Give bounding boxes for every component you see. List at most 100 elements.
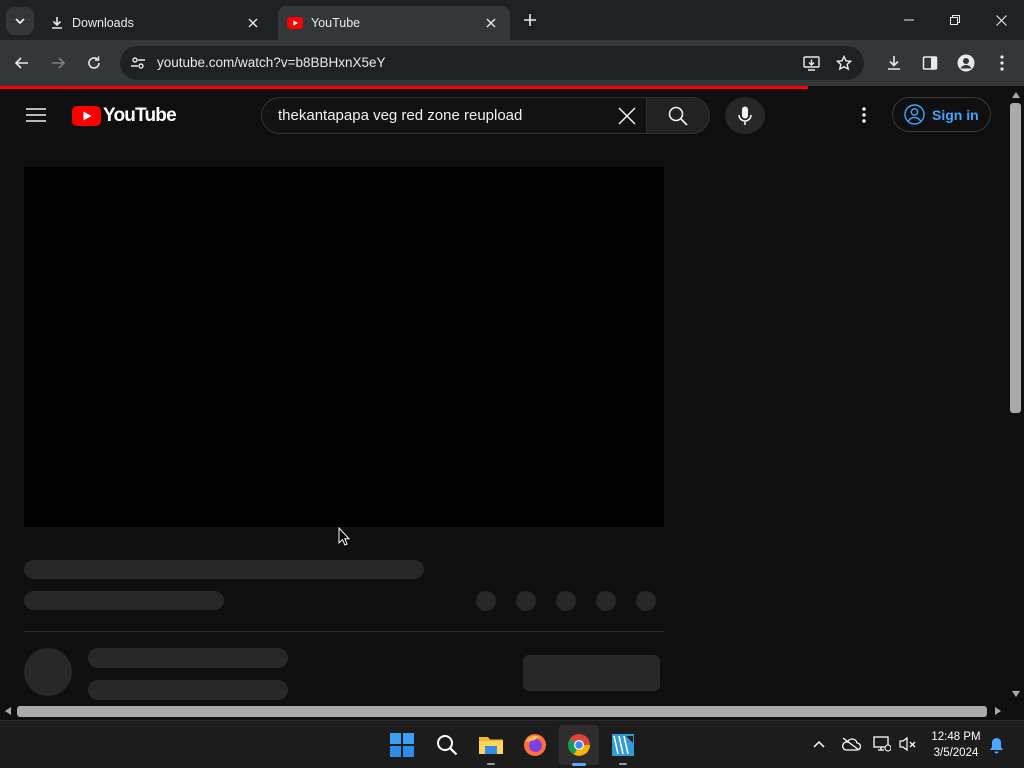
guide-menu-button[interactable]	[24, 103, 48, 127]
channel-name-skeleton	[88, 648, 288, 668]
network-icon	[873, 736, 891, 752]
action-skeleton	[476, 591, 496, 611]
network-tray-icon[interactable]	[872, 735, 892, 753]
more-vert-icon	[1000, 55, 1004, 71]
new-tab-button[interactable]	[518, 8, 542, 32]
video-editor-app[interactable]	[603, 725, 643, 765]
notifications-button[interactable]	[987, 735, 1005, 755]
running-indicator	[619, 763, 627, 765]
star-icon	[836, 55, 852, 71]
address-bar[interactable]: youtube.com/watch?v=b8BBHxnX5eY	[120, 46, 864, 80]
firefox-icon	[524, 734, 546, 756]
side-panel-button[interactable]	[916, 49, 944, 77]
browser-tab-strip: Downloads YouTube	[0, 0, 1024, 40]
bookmark-button[interactable]	[833, 52, 855, 74]
hamburger-menu-icon	[26, 108, 46, 122]
site-info-button[interactable]	[126, 51, 150, 75]
tab-title: YouTube	[311, 16, 361, 30]
plus-icon	[524, 14, 536, 26]
profile-button[interactable]	[952, 49, 980, 77]
back-button[interactable]	[8, 49, 36, 77]
windows-taskbar: 12:48 PM 3/5/2024	[0, 720, 1024, 768]
browser-toolbar: youtube.com/watch?v=b8BBHxnX5eY	[0, 40, 1024, 86]
horizontal-scroll-thumb[interactable]	[17, 706, 987, 717]
divider	[24, 631, 664, 632]
close-icon	[995, 14, 1007, 26]
side-panel-icon	[922, 56, 938, 70]
clock-date: 3/5/2024	[933, 747, 979, 759]
search-icon	[668, 106, 688, 126]
system-clock[interactable]: 12:48 PM 3/5/2024	[926, 729, 986, 761]
scroll-left-arrow-icon	[5, 707, 11, 715]
running-indicator	[487, 763, 495, 765]
firefox-app[interactable]	[515, 725, 555, 765]
search-query-text: thekantapapa veg red zone reupload	[278, 107, 523, 124]
account-icon	[904, 104, 925, 125]
subscribe-button-skeleton	[523, 655, 660, 691]
windows-logo-icon	[390, 733, 414, 757]
minimize-button[interactable]	[886, 0, 932, 40]
clapperboard-icon	[612, 734, 634, 756]
close-icon	[486, 18, 496, 28]
arrow-left-icon	[14, 57, 28, 69]
meta-skeleton	[24, 591, 224, 610]
subscriber-skeleton	[88, 680, 288, 700]
close-icon	[248, 18, 258, 28]
search-icon	[437, 735, 458, 756]
tab-downloads[interactable]: Downloads	[40, 6, 272, 40]
running-indicator	[572, 763, 586, 766]
mouse-cursor-icon	[338, 527, 350, 546]
install-icon	[802, 55, 820, 71]
tab-close-button[interactable]	[244, 14, 262, 32]
restore-icon	[950, 15, 960, 25]
close-window-button[interactable]	[978, 0, 1024, 40]
youtube-header: YouTube thekantapapa veg red zone reuplo…	[0, 89, 1008, 141]
video-player[interactable]	[24, 167, 664, 527]
action-skeleton	[636, 591, 656, 611]
title-skeleton	[24, 560, 424, 579]
tab-close-button[interactable]	[482, 14, 500, 32]
tune-icon	[131, 57, 145, 69]
microphone-icon	[738, 106, 752, 125]
tab-youtube[interactable]: YouTube	[278, 6, 510, 40]
sign-in-label: Sign in	[932, 106, 979, 123]
start-button[interactable]	[382, 725, 422, 765]
vertical-scroll-thumb[interactable]	[1010, 103, 1021, 413]
tab-title: Downloads	[72, 16, 134, 30]
browser-menu-button[interactable]	[988, 49, 1016, 77]
folder-icon	[479, 737, 503, 754]
minimize-icon	[904, 19, 914, 21]
youtube-logo-text: YouTube	[103, 105, 177, 126]
forward-button[interactable]	[44, 49, 72, 77]
clock-time: 12:48 PM	[931, 731, 981, 743]
action-skeleton	[596, 591, 616, 611]
close-icon	[618, 107, 636, 125]
bell-icon	[989, 737, 1003, 753]
file-explorer-app[interactable]	[471, 725, 511, 765]
chevron-down-icon	[15, 18, 25, 25]
clear-search-button[interactable]	[616, 105, 638, 127]
sign-in-button[interactable]: Sign in	[892, 97, 991, 132]
volume-tray-icon[interactable]	[898, 735, 918, 753]
reload-button[interactable]	[80, 49, 108, 77]
taskbar-search-button[interactable]	[427, 725, 467, 765]
scroll-right-arrow-icon	[995, 707, 1001, 715]
search-input[interactable]: thekantapapa veg red zone reupload	[261, 97, 647, 134]
downloads-button[interactable]	[880, 49, 908, 77]
show-hidden-icons-button[interactable]	[810, 735, 828, 753]
cloud-offline-icon	[842, 737, 861, 751]
settings-menu-button[interactable]	[852, 103, 876, 127]
youtube-logo[interactable]: YouTube	[72, 105, 177, 127]
onedrive-tray-icon[interactable]	[840, 735, 862, 753]
search-button[interactable]	[646, 97, 710, 134]
url-text: youtube.com/watch?v=b8BBHxnX5eY	[157, 55, 386, 70]
voice-search-button[interactable]	[725, 97, 765, 134]
restore-button[interactable]	[932, 0, 978, 40]
chevron-up-icon	[813, 740, 825, 748]
chrome-app[interactable]	[559, 725, 599, 766]
download-icon	[52, 17, 62, 29]
reload-icon	[88, 56, 100, 69]
download-icon	[888, 56, 900, 70]
install-app-button[interactable]	[800, 52, 822, 74]
tab-search-button[interactable]	[6, 7, 34, 35]
